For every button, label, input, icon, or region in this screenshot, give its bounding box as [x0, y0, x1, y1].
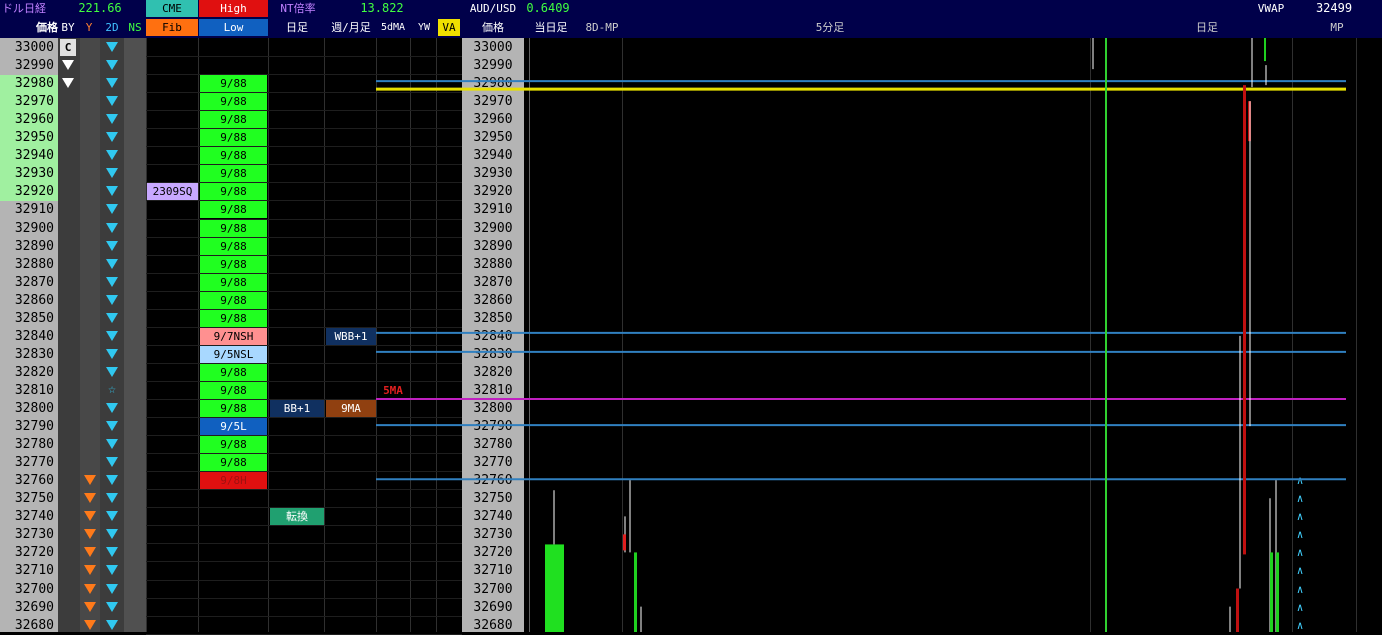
- daily-red-candle: [1243, 85, 1246, 555]
- price-chart: [376, 38, 1346, 632]
- candle-green: [634, 552, 637, 632]
- candle-red: [623, 534, 626, 551]
- daily-red-candle: [1236, 588, 1239, 632]
- candle-green: [1276, 552, 1279, 632]
- candle-green: [1270, 552, 1273, 632]
- row-divider: [146, 633, 462, 635]
- today-candle: [545, 544, 564, 632]
